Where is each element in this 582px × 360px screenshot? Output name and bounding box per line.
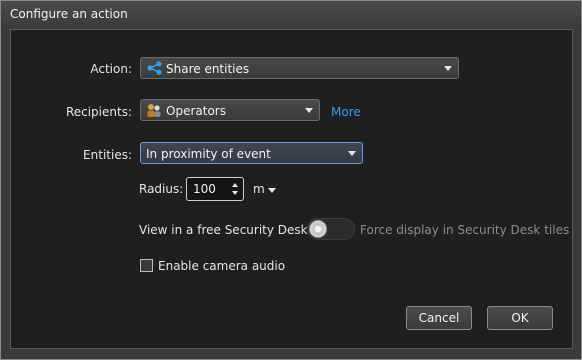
radius-label: Radius: [139, 182, 184, 196]
chevron-down-icon [348, 151, 356, 156]
ok-button[interactable]: OK [487, 306, 553, 330]
recipients-value: Operators [166, 104, 226, 118]
camera-audio-label: Enable camera audio [158, 259, 286, 273]
radius-spinner[interactable]: 100 [186, 177, 244, 201]
dialog-content: Action: Share entities Recipients: Opera… [10, 29, 573, 349]
operators-icon [146, 103, 162, 121]
chevron-down-icon [305, 108, 313, 113]
title-bar: Configure an action [1, 1, 581, 29]
cancel-button[interactable]: Cancel [406, 306, 472, 330]
entities-label: Entities: [83, 148, 132, 162]
spin-up-icon[interactable] [232, 183, 238, 187]
toggle-knob [309, 220, 327, 238]
action-value: Share entities [166, 62, 250, 76]
radius-unit-dropdown[interactable]: m [253, 180, 283, 198]
radius-unit: m [253, 182, 265, 196]
entities-value: In proximity of event [146, 147, 271, 161]
more-recipients-link[interactable]: More [331, 105, 361, 119]
share-icon [147, 61, 163, 78]
recipients-dropdown[interactable]: Operators [140, 99, 320, 121]
radius-value: 100 [193, 182, 216, 196]
force-display-label: Force display in Security Desk tiles [360, 223, 570, 237]
tile-display-toggle[interactable] [307, 218, 355, 240]
configure-action-dialog: Configure an action Action: Share entiti… [0, 0, 582, 360]
spin-down-icon[interactable] [232, 191, 238, 195]
entities-dropdown[interactable]: In proximity of event [140, 142, 363, 164]
camera-audio-checkbox[interactable] [140, 259, 153, 272]
chevron-down-icon [444, 66, 452, 71]
action-label: Action: [90, 62, 132, 76]
chevron-down-icon [268, 188, 276, 193]
window-title: Configure an action [10, 7, 128, 21]
view-free-tile-label: View in a free Security Desk tile [139, 223, 331, 237]
action-dropdown[interactable]: Share entities [140, 57, 459, 79]
recipients-label: Recipients: [65, 105, 132, 119]
